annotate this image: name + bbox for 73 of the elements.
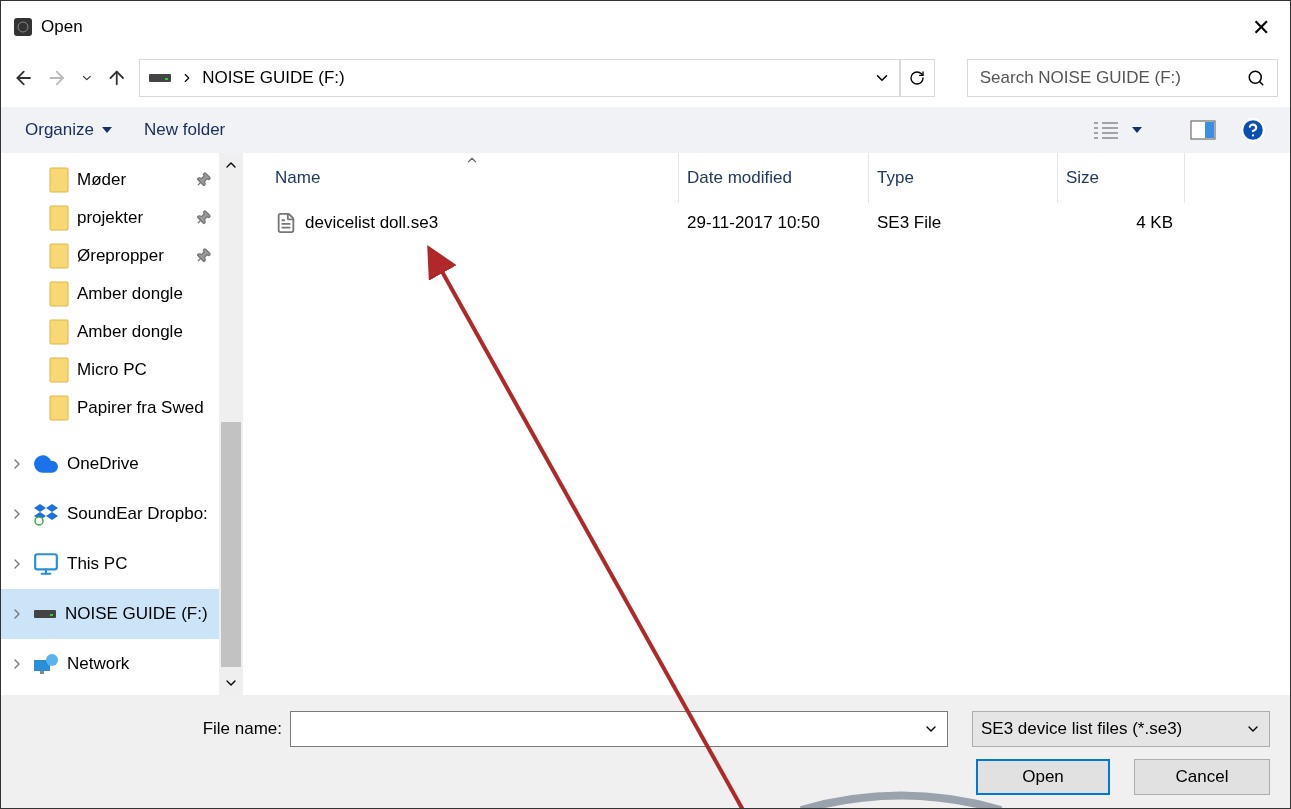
column-title: Name bbox=[275, 167, 321, 190]
sidebar-label: Papirer fra Swed bbox=[77, 397, 204, 420]
sidebar-item[interactable]: Papirer fra Swed bbox=[1, 389, 219, 427]
address-bar[interactable]: NOISE GUIDE (F:) bbox=[139, 59, 900, 97]
sidebar-item[interactable]: Amber dongle bbox=[1, 275, 219, 313]
sidebar-label: Micro PC bbox=[77, 359, 147, 382]
file-name: devicelist doll.se3 bbox=[305, 212, 439, 235]
search-icon bbox=[1247, 69, 1265, 87]
file-size: 4 KB bbox=[1135, 212, 1173, 235]
folder-icon bbox=[49, 395, 69, 421]
organize-button[interactable]: Organize bbox=[25, 117, 112, 143]
folder-icon bbox=[49, 357, 69, 383]
help-icon[interactable] bbox=[1240, 117, 1266, 143]
folder-icon bbox=[49, 281, 69, 307]
search-field[interactable]: Search NOISE GUIDE (F:) bbox=[966, 59, 1278, 97]
view-options-icon[interactable] bbox=[1092, 120, 1142, 140]
scrollbar[interactable] bbox=[219, 153, 243, 695]
new-folder-button[interactable]: New folder bbox=[144, 117, 226, 143]
column-header[interactable]: Type bbox=[869, 153, 1058, 203]
sidebar-label: Amber dongle bbox=[77, 321, 183, 344]
sidebar-item[interactable]: SoundEar Dropbo: bbox=[1, 489, 219, 539]
drive-icon bbox=[148, 73, 173, 83]
app-icon bbox=[13, 17, 33, 37]
window-title: Open bbox=[41, 16, 84, 39]
open-button[interactable]: Open bbox=[976, 759, 1110, 795]
sidebar-item[interactable]: Møder bbox=[1, 161, 219, 199]
sidebar-label: Network bbox=[67, 653, 130, 676]
refresh-icon[interactable] bbox=[909, 70, 926, 86]
sidebar-item[interactable]: OneDrive bbox=[1, 439, 219, 489]
refresh-button[interactable] bbox=[899, 59, 935, 97]
file-name-label: File name: bbox=[202, 718, 282, 741]
column-title: Type bbox=[877, 167, 914, 190]
column-title: Date modified bbox=[687, 167, 792, 190]
folder-icon bbox=[49, 167, 69, 193]
sidebar-item[interactable]: Network bbox=[1, 639, 219, 689]
file-type-dropdown[interactable]: SE3 device list files (*.se3) bbox=[972, 711, 1270, 747]
network-icon bbox=[33, 652, 59, 676]
folder-icon bbox=[49, 319, 69, 345]
sidebar-label: OneDrive bbox=[67, 453, 139, 476]
box-stack-icon bbox=[33, 502, 59, 526]
file-type: SE3 File bbox=[876, 212, 943, 235]
scrollbar-thumb[interactable] bbox=[221, 422, 241, 667]
search-input[interactable]: Search NOISE GUIDE (F:) bbox=[979, 65, 1247, 91]
file-icon bbox=[275, 212, 297, 234]
cancel-button[interactable]: Cancel bbox=[1134, 759, 1270, 795]
sidebar-item[interactable]: Ørepropper bbox=[1, 237, 219, 275]
monitor-icon bbox=[33, 551, 59, 577]
sidebar-label: projekter bbox=[77, 207, 144, 230]
sidebar-label: SoundEar Dropbo: bbox=[67, 503, 208, 526]
column-header[interactable]: Date modified bbox=[679, 153, 869, 203]
file-name-field[interactable] bbox=[290, 711, 948, 747]
file-row[interactable]: devicelist doll.se3 29-11-2017 10:50 SE3 File 4 KB bbox=[247, 203, 1290, 243]
sidebar-label: Amber dongle bbox=[77, 283, 183, 306]
date-modified: 29-11-2017 10:50 bbox=[686, 212, 821, 235]
column-title: Size bbox=[1066, 167, 1100, 190]
close-button[interactable]: ✕ bbox=[1244, 10, 1278, 44]
column-header[interactable]: Size bbox=[1058, 153, 1185, 203]
sidebar-label: This PC bbox=[67, 553, 128, 576]
drive-icon bbox=[33, 609, 57, 619]
file-type-label: SE3 device list files (*.se3) bbox=[981, 718, 1184, 741]
sidebar-item[interactable]: Micro PC bbox=[1, 351, 219, 389]
sidebar-label: NOISE GUIDE (F:) bbox=[65, 603, 208, 626]
folder-icon bbox=[49, 243, 69, 269]
preview-pane-icon[interactable] bbox=[1190, 120, 1216, 140]
sidebar-item[interactable]: NOISE GUIDE (F:) bbox=[1, 589, 219, 639]
address-path: NOISE GUIDE (F:) bbox=[202, 67, 346, 90]
sidebar-item[interactable]: Amber dongle bbox=[1, 313, 219, 351]
sidebar-item[interactable]: This PC bbox=[1, 539, 219, 589]
sidebar-item[interactable]: projekter bbox=[1, 199, 219, 237]
sidebar-label: Ørepropper bbox=[77, 245, 164, 268]
folder-icon bbox=[49, 205, 69, 231]
column-header[interactable]: Name bbox=[247, 153, 679, 203]
sidebar-label: Møder bbox=[77, 169, 127, 192]
